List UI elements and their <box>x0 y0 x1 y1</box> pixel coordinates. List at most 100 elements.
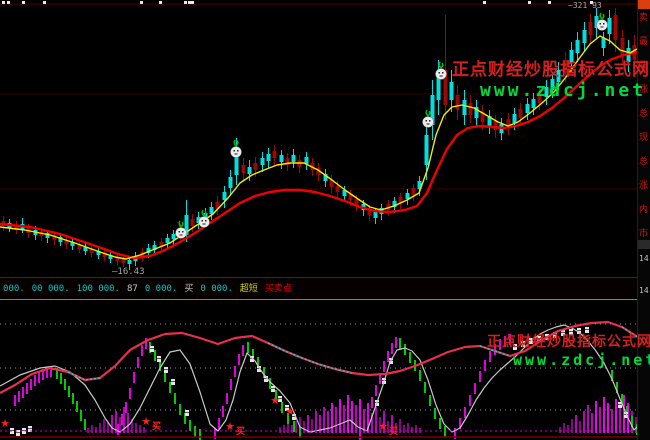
smiley-face-icon <box>423 117 434 128</box>
volume-histogram-bar <box>287 423 289 433</box>
green-ladder-bar <box>293 421 295 432</box>
magenta-ladder-bar <box>38 372 40 383</box>
toolbar-dot <box>528 1 531 4</box>
sprout-icon <box>600 13 604 19</box>
ma-fast-line <box>0 36 637 259</box>
magenta-ladder-bar <box>499 339 501 350</box>
magenta-ladder-bar <box>469 395 471 406</box>
candle-body <box>463 100 467 115</box>
quote-sidebar[interactable]: 卖最涨涨总现总涨内市1414 <box>637 0 650 440</box>
quote-field-label: 涨 <box>639 182 648 191</box>
toolbar-dot <box>184 1 187 4</box>
green-ladder-bar <box>64 379 66 390</box>
magenta-ladder-bar <box>222 406 224 417</box>
volume-histogram-bar <box>107 423 109 433</box>
buy-signal-label: 买 <box>152 421 161 432</box>
volume-histogram-bar <box>591 413 593 433</box>
candle-body <box>229 177 233 188</box>
toolbar-dot <box>2 1 5 4</box>
green-ladder-bar <box>269 378 271 389</box>
status-segment: 0 000. <box>145 284 178 294</box>
green-ladder-bar <box>399 338 401 349</box>
magenta-ladder-bar <box>484 360 486 371</box>
magenta-ladder-bar <box>367 409 369 420</box>
magenta-ladder-bar <box>509 334 511 345</box>
candle-body <box>128 260 132 264</box>
candle-body <box>456 95 460 110</box>
volume-histogram-bar <box>339 399 341 433</box>
volume-histogram-bar <box>599 407 601 433</box>
candle-body <box>242 165 246 173</box>
candle-body <box>267 154 271 161</box>
candle-body <box>551 79 555 90</box>
status-segment: 买 <box>184 284 193 294</box>
oscillator-panel-canvas[interactable]: ★★★★★★买买买 <box>0 300 650 440</box>
toolbar-dot <box>7 1 10 4</box>
candle-body <box>450 82 454 100</box>
volume-histogram-bar <box>615 399 617 433</box>
sprout-icon <box>426 110 430 116</box>
candle-body <box>210 207 214 214</box>
green-ladder-bar <box>404 344 406 355</box>
green-ladder-bar <box>424 382 426 393</box>
price-tag-label: —16.43 <box>112 267 145 277</box>
candle-body <box>172 234 176 239</box>
candle-body <box>570 50 574 63</box>
candle-body <box>261 158 265 165</box>
candle-body <box>425 135 429 165</box>
volume-histogram-bar <box>351 401 353 433</box>
quote-field-label: 涨 <box>639 62 648 71</box>
smiley-face-icon <box>231 147 242 158</box>
candle-body <box>494 121 498 130</box>
volume-histogram-bar <box>303 421 305 433</box>
candle-body <box>526 104 530 113</box>
green-ladder-bar <box>60 373 62 384</box>
volume-histogram-bar <box>347 395 349 433</box>
magenta-ladder-bar <box>133 372 135 383</box>
volume-histogram-bar <box>559 427 561 433</box>
candle-body <box>122 259 126 263</box>
candle-body <box>614 15 618 40</box>
candle-body <box>564 60 568 73</box>
volume-histogram-bar <box>611 409 613 433</box>
magenta-ladder-bar <box>479 371 481 382</box>
smiley-face-icon <box>436 69 447 80</box>
green-ladder-bar <box>409 352 411 363</box>
volume-histogram-bar <box>587 405 589 433</box>
green-ladder-bar <box>72 393 74 404</box>
magenta-ladder-bar <box>14 395 16 406</box>
green-ladder-bar <box>439 418 441 429</box>
status-segment: 00 000. <box>32 284 70 294</box>
candle-body <box>374 212 378 218</box>
volume-histogram-bar <box>103 419 105 433</box>
volume-histogram-bar <box>375 407 377 433</box>
price-chart-canvas[interactable]: —16.43 ~321 93 <box>0 0 650 277</box>
candle-body <box>336 186 340 192</box>
green-ladder-bar <box>247 342 249 353</box>
sprout-icon <box>439 62 443 68</box>
status-segment: 超短 <box>240 284 258 294</box>
volume-histogram-bar <box>91 425 93 433</box>
green-ladder-bar <box>189 420 191 431</box>
crimson-indicator-line <box>0 322 650 393</box>
candle-body <box>576 40 580 53</box>
toolbar-dot <box>548 1 551 4</box>
magenta-ladder-bar <box>30 379 32 390</box>
magenta-ladder-bar <box>226 393 228 404</box>
candle-body <box>235 155 239 175</box>
green-ladder-bar <box>80 410 82 421</box>
candle-body <box>545 87 549 97</box>
magenta-ladder-bar <box>371 397 373 408</box>
crosshair-value-label: ~321 93 <box>568 1 602 10</box>
quote-field-label: 现 <box>639 134 648 143</box>
volume-histogram-bar <box>283 425 285 433</box>
buy-star-icon: ★ <box>285 405 295 418</box>
magenta-ladder-bar <box>464 407 466 418</box>
magenta-ladder-bar <box>489 351 491 362</box>
magenta-ladder-bar <box>474 383 476 394</box>
green-ladder-bar <box>419 370 421 381</box>
magenta-ladder-bar <box>34 375 36 386</box>
magenta-ladder-bar <box>395 337 397 348</box>
smiley-signal-marker <box>436 62 447 80</box>
magenta-ladder-bar <box>26 383 28 394</box>
